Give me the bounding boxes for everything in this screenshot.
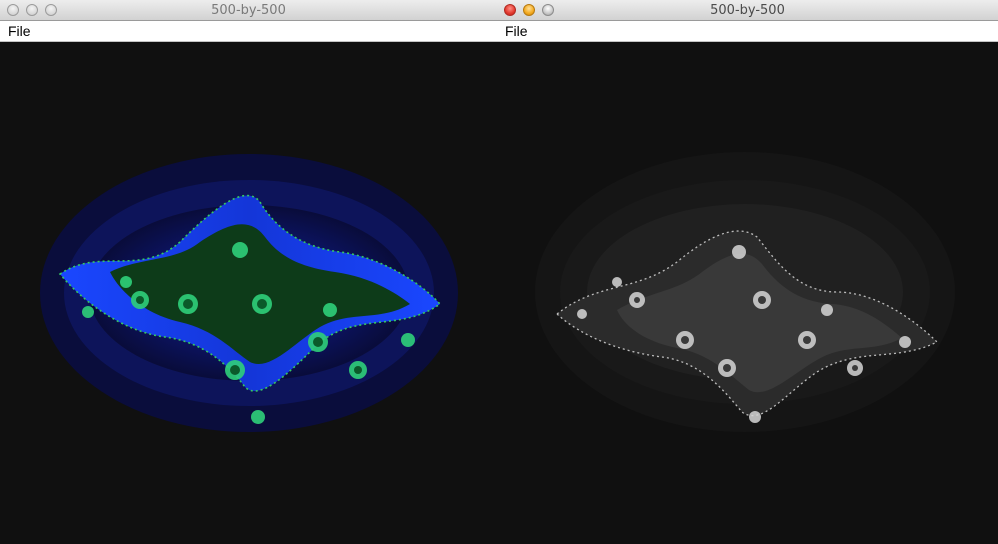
title-bar[interactable]: 500-by-500 xyxy=(0,0,497,21)
menu-bar: File xyxy=(497,21,998,42)
menu-file[interactable]: File xyxy=(8,23,31,39)
menu-file[interactable]: File xyxy=(505,23,528,39)
menu-bar: File xyxy=(0,21,497,42)
window-left: 500-by-500 File xyxy=(0,0,497,544)
title-bar[interactable]: 500-by-500 xyxy=(497,0,998,21)
julia-set-color-image xyxy=(40,154,458,432)
fractal-canvas xyxy=(0,42,497,544)
window-title: 500-by-500 xyxy=(211,3,286,18)
fractal-canvas xyxy=(497,42,998,544)
window-right: 500-by-500 File xyxy=(497,0,998,544)
window-title: 500-by-500 xyxy=(710,3,785,18)
julia-set-grayscale-image xyxy=(535,152,955,432)
